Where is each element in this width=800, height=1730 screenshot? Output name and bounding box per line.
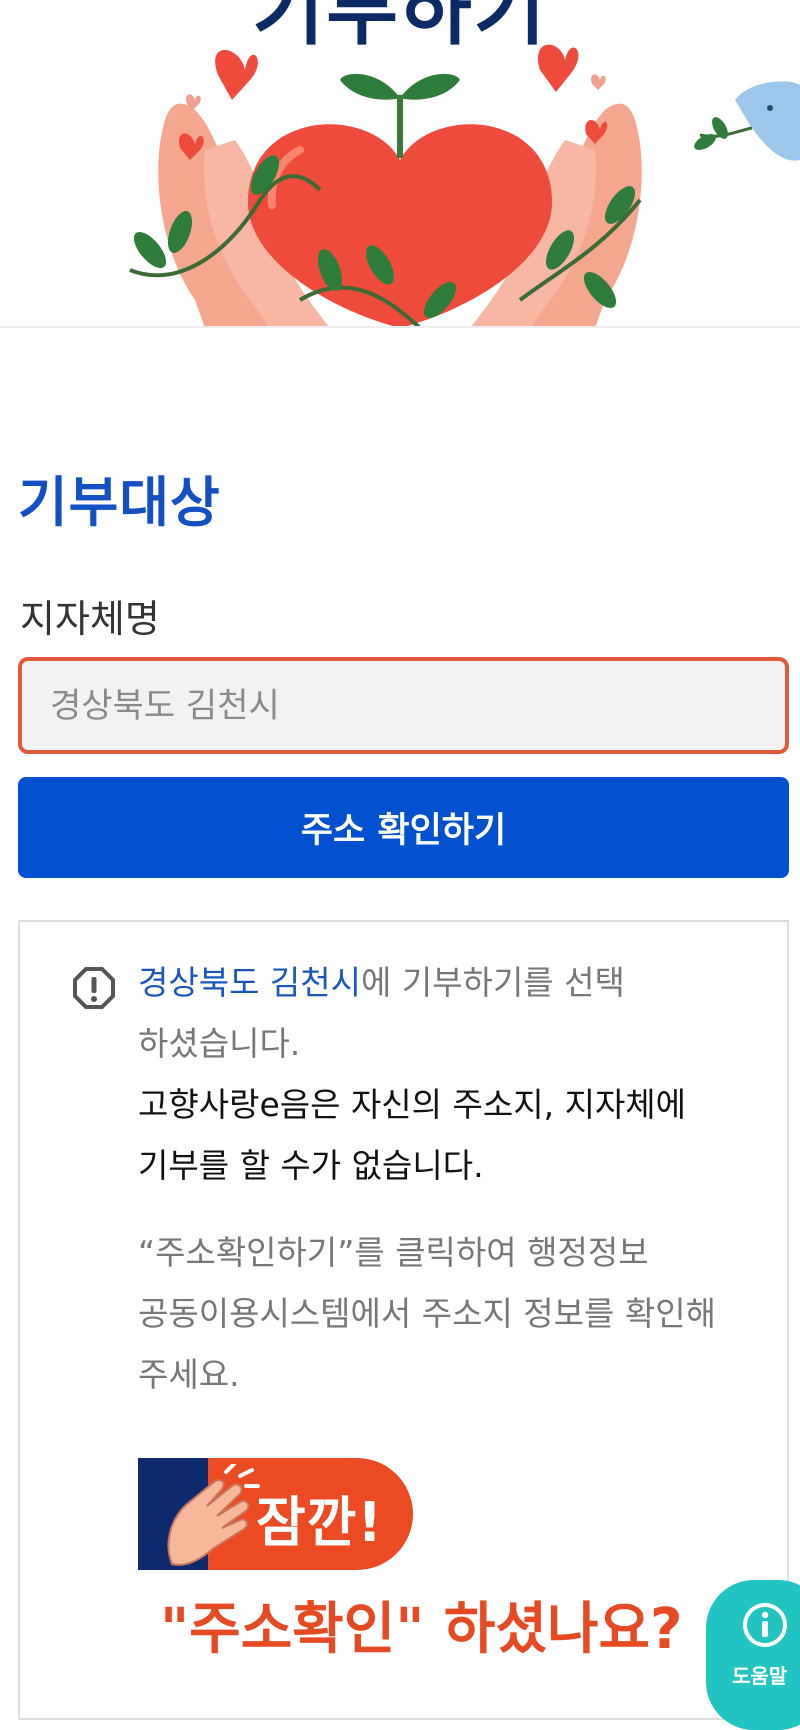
wait-badge-label: 잠깐!	[256, 1491, 383, 1554]
notice-instruction: “주소확인하기”를 클릭하여 행정정보 공동이용시스템에서 주소지 정보를 확인…	[138, 1222, 758, 1405]
wait-badge: 잠깐!	[138, 1458, 413, 1570]
help-label: 도움말	[732, 1664, 788, 1688]
hero-banner: 기부하기	[0, 0, 800, 328]
notice-selected-line2: 하셨습니다.	[138, 1024, 301, 1063]
help-button[interactable]: 도움말	[706, 1580, 800, 1730]
notice-instruction-line2: 공동이용시스템에서 주소지 정보를 확인해	[138, 1294, 716, 1333]
address-confirm-button[interactable]: 주소 확인하기	[18, 777, 789, 878]
notice-message: 경상북도 김천시에 기부하기를 선택 하셨습니다. 고향사랑e음은 자신의 주소…	[138, 952, 738, 1196]
region-input[interactable]	[18, 657, 789, 754]
info-circle-icon	[743, 1603, 787, 1647]
notice-restriction-line2: 기부를 할 수가 없습니다.	[138, 1146, 484, 1185]
notice-restriction-line1: 고향사랑e음은 자신의 주소지, 지자체에	[138, 1085, 687, 1124]
notice-region: 경상북도 김천시	[138, 963, 362, 1002]
notice-box: 경상북도 김천시에 기부하기를 선택 하셨습니다. 고향사랑e음은 자신의 주소…	[18, 920, 789, 1720]
exclamation-octagon-icon	[73, 967, 115, 1009]
notice-instruction-line3: 주세요.	[138, 1355, 240, 1394]
section-title: 기부대상	[18, 471, 221, 534]
region-field-label: 지자체명	[20, 597, 160, 641]
notice-instruction-line1: “주소확인하기”를 클릭하여 행정정보	[138, 1233, 649, 1272]
clapping-hand-icon	[167, 1464, 260, 1566]
address-check-question: "주소확인" 하셨나요?	[160, 1597, 683, 1662]
heart-hands-illustration	[129, 44, 800, 326]
notice-selected-suffix: 에 기부하기를 선택	[361, 963, 625, 1002]
